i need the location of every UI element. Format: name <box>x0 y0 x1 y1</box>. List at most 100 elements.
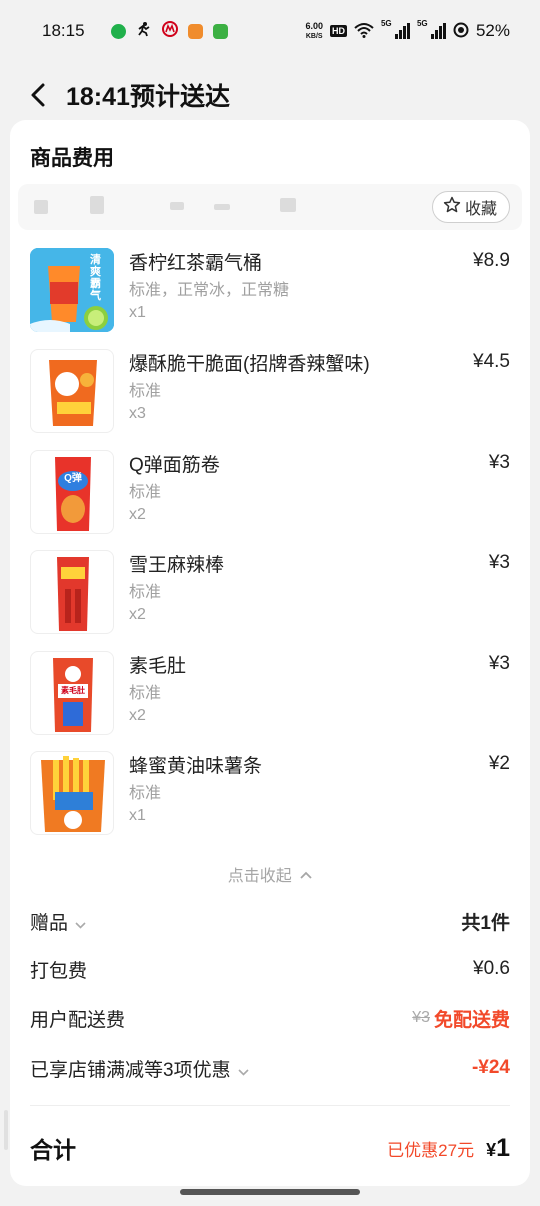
gift-count: 共1件 <box>461 912 510 934</box>
product-item[interactable]: 蜂蜜黄油味薯条 标准 x1 ¥2 <box>30 751 520 841</box>
product-price: ¥3 <box>488 552 510 573</box>
product-thumbnail <box>30 550 114 634</box>
sim1-label: 5G <box>380 19 392 28</box>
packing-fee-label: 打包费 <box>30 960 88 982</box>
notification-icons <box>110 20 228 42</box>
back-arrow-icon[interactable] <box>30 80 52 110</box>
discount-label-wrap: 已享店铺满减等3项优惠 <box>30 1055 249 1082</box>
total-amount: ¥1 <box>486 1134 510 1163</box>
chevron-down-icon <box>238 1065 249 1079</box>
signal-icon-sim1: 5G <box>381 19 410 39</box>
product-item[interactable]: Q弹 Q弹面筋卷 标准 x2 ¥3 <box>30 450 520 540</box>
status-bar: 18:15 6.00 KB/S HD 5G 5G 52% <box>0 0 540 62</box>
page-title: 18:41预计送达 <box>66 83 230 111</box>
discount-value: -¥24 <box>471 1057 510 1078</box>
product-thumbnail: 素毛肚 <box>30 651 114 735</box>
total-amount-value: 1 <box>496 1133 510 1162</box>
product-quantity: x2 <box>129 606 146 623</box>
signal-icon-sim2: 5G <box>417 19 446 39</box>
product-item[interactable]: 雪王麻辣棒 标准 x2 ¥3 <box>30 550 520 640</box>
delivery-original-price: ¥3 <box>412 1009 430 1026</box>
delivery-fee-row: 用户配送费 ¥3 免配送费 <box>30 1003 510 1033</box>
total-row: 合计 已优惠27元 ¥1 <box>30 1128 510 1168</box>
thumbnail-text: 素毛肚 <box>61 686 85 695</box>
runner-icon <box>136 21 152 42</box>
gift-label-wrap: 赠品 <box>30 908 86 935</box>
product-spec: 标准 <box>129 484 162 501</box>
net-speed-value: 6.00 <box>305 20 323 31</box>
delivery-fee-values: ¥3 免配送费 <box>412 1005 510 1032</box>
blurred-store-name <box>90 196 104 214</box>
packing-fee-row: 打包费 ¥0.6 <box>30 954 510 984</box>
store-row[interactable]: 收藏 <box>18 184 522 230</box>
status-time: 18:15 <box>42 21 85 40</box>
saved-amount: 已优惠27元 <box>387 1140 475 1160</box>
blurred-store-name <box>280 198 296 212</box>
collapse-toggle[interactable]: 点击收起 <box>10 862 530 886</box>
discount-row[interactable]: 已享店铺满减等3项优惠 -¥24 <box>30 1053 510 1083</box>
product-spec: 标准 <box>129 785 162 802</box>
favorite-button[interactable]: 收藏 <box>431 191 510 223</box>
hd-badge: HD <box>329 25 347 37</box>
app-cat-icon <box>187 23 203 39</box>
product-spec: 标准，正常冰，正常糖 <box>129 282 290 299</box>
product-quantity: x1 <box>129 304 146 321</box>
battery-percent: 52% <box>475 21 510 40</box>
page-header: 18:41预计送达 <box>0 62 540 128</box>
order-fee-card: 商品费用 收藏 清爽 霸气 香柠红茶霸气桶 标准，正常冰，正常糖 x1 ¥8.9… <box>10 120 530 1186</box>
chevron-up-icon <box>300 868 312 886</box>
product-spec: 标准 <box>129 685 162 702</box>
product-item[interactable]: 素毛肚 素毛肚 标准 x2 ¥3 <box>30 651 520 741</box>
product-price: ¥3 <box>488 452 510 473</box>
wifi-icon <box>354 22 374 41</box>
blurred-store-name <box>170 202 184 210</box>
network-speed: 6.00 KB/S <box>305 20 323 41</box>
net-speed-unit: KB/S <box>305 32 323 40</box>
collapse-label: 点击收起 <box>227 868 292 885</box>
wechat-icon <box>110 23 126 39</box>
app-green-icon <box>212 23 228 39</box>
thumbnail-text: 霸气 <box>90 278 101 302</box>
product-name: Q弹面筋卷 <box>129 455 220 476</box>
delivery-fee-label: 用户配送费 <box>30 1009 126 1031</box>
product-quantity: x3 <box>129 405 146 422</box>
total-values: 已优惠27元 ¥1 <box>387 1134 510 1163</box>
gift-label: 赠品 <box>30 912 69 934</box>
chevron-down-icon <box>75 918 86 932</box>
blurred-store-name <box>214 204 230 210</box>
product-quantity: x2 <box>129 707 146 724</box>
thumbnail-text: Q弹 <box>64 473 82 484</box>
thumbnail-text: 清爽 <box>90 254 101 278</box>
divider <box>30 1105 510 1106</box>
status-right: 6.00 KB/S HD 5G 5G 52% <box>305 19 510 41</box>
blurred-store-name <box>34 200 48 214</box>
product-name: 雪王麻辣棒 <box>129 555 225 576</box>
product-price: ¥2 <box>488 753 510 774</box>
discount-label: 已享店铺满减等3项优惠 <box>30 1059 231 1081</box>
product-thumbnail <box>30 349 114 433</box>
section-title: 商品费用 <box>30 147 114 170</box>
product-price: ¥8.9 <box>473 250 510 271</box>
edge-handle[interactable] <box>4 1110 8 1150</box>
product-thumbnail: 清爽 霸气 <box>30 248 114 332</box>
product-name: 素毛肚 <box>129 656 187 677</box>
battery-icon <box>453 22 469 41</box>
home-indicator[interactable] <box>180 1189 360 1195</box>
packing-fee-value: ¥0.6 <box>473 958 510 979</box>
sim2-label: 5G <box>416 19 428 28</box>
product-name: 蜂蜜黄油味薯条 <box>129 756 263 777</box>
product-name: 爆酥脆干脆面(招牌香辣蟹味) <box>129 354 370 375</box>
metro-icon <box>161 20 178 42</box>
product-quantity: x1 <box>129 807 146 824</box>
product-spec: 标准 <box>129 383 162 400</box>
product-item[interactable]: 清爽 霸气 香柠红茶霸气桶 标准，正常冰，正常糖 x1 ¥8.9 <box>30 248 520 338</box>
favorite-label: 收藏 <box>464 201 497 218</box>
product-name: 香柠红茶霸气桶 <box>129 253 263 274</box>
product-thumbnail <box>30 751 114 835</box>
product-price: ¥3 <box>488 653 510 674</box>
total-label: 合计 <box>30 1137 76 1163</box>
gift-row[interactable]: 赠品 共1件 <box>30 906 510 936</box>
free-delivery-label: 免配送费 <box>433 1009 510 1031</box>
star-icon <box>443 196 461 219</box>
product-item[interactable]: 爆酥脆干脆面(招牌香辣蟹味) 标准 x3 ¥4.5 <box>30 349 520 439</box>
